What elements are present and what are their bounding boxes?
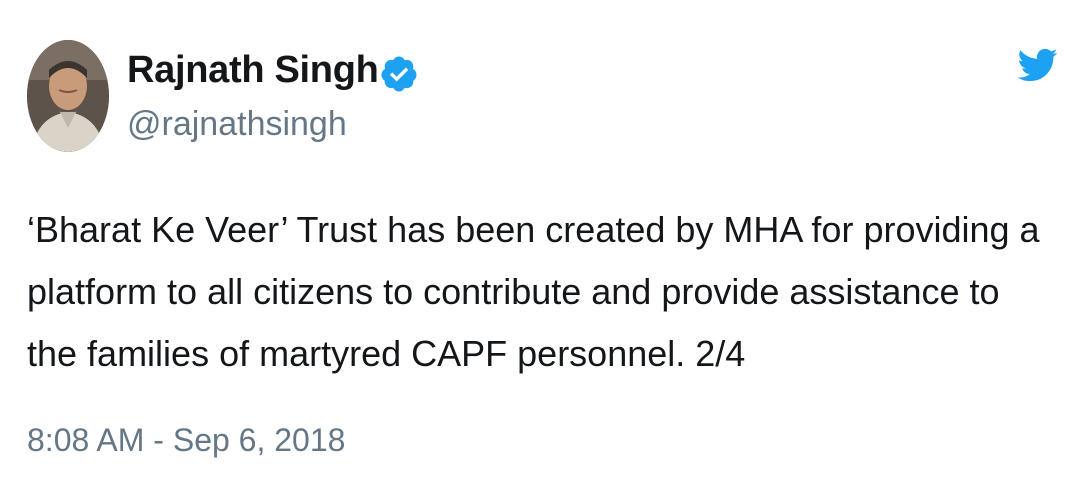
- author-avatar[interactable]: [27, 40, 109, 152]
- tweet-text-line: the families of martyred CAPF personnel.…: [27, 333, 746, 374]
- twitter-bird-icon[interactable]: [1016, 44, 1058, 86]
- author-handle[interactable]: @rajnathsingh: [127, 103, 347, 145]
- tweet-text-line: ‘Bharat Ke Veer’ Trust has been created …: [27, 209, 1040, 250]
- author-display-name[interactable]: Rajnath Singh: [127, 47, 379, 93]
- tweet-timestamp[interactable]: 8:08 AM - Sep 6, 2018: [27, 419, 345, 461]
- avatar-photo: [27, 40, 109, 152]
- tweet-card: Rajnath Singh @rajnathsingh ‘Bharat Ke V…: [0, 0, 1070, 480]
- tweet-text: ‘Bharat Ke Veer’ Trust has been created …: [27, 199, 1057, 385]
- verified-badge-icon: [381, 56, 417, 92]
- tweet-text-line: platform to all citizens to contribute a…: [27, 271, 1000, 312]
